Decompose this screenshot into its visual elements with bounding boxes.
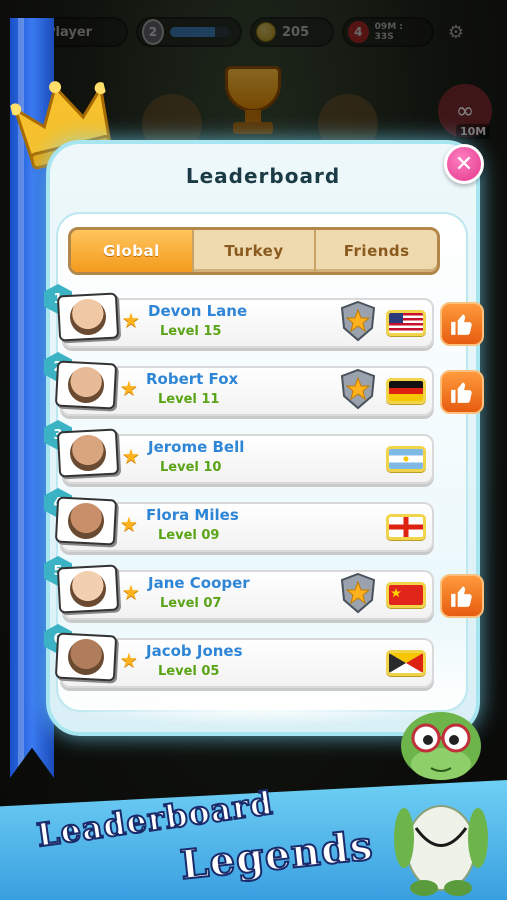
leaderboard-tabs: Global Turkey Friends <box>68 227 440 275</box>
turtle-mascot-icon <box>394 712 488 896</box>
thumbs-up-icon <box>451 314 472 335</box>
player-name: Flora Miles <box>146 506 239 524</box>
country-flag-china-icon <box>386 582 426 608</box>
star-icon: ★ <box>122 580 140 604</box>
tab-turkey[interactable]: Turkey <box>191 230 315 272</box>
country-flag-aruba-icon <box>386 650 426 676</box>
avatar <box>54 632 118 682</box>
player-level: Level 15 <box>160 324 222 339</box>
player-name: Jacob Jones <box>146 642 243 660</box>
avatar <box>56 428 120 478</box>
country-flag-argentina-icon <box>386 446 426 472</box>
page-title: Leaderboard <box>185 164 341 188</box>
player-level: Level 11 <box>158 392 220 407</box>
country-flag-usa-icon <box>386 310 426 336</box>
thumbs-up-icon <box>451 586 472 607</box>
like-button[interactable] <box>440 302 484 346</box>
player-name: Jane Cooper <box>148 574 250 592</box>
star-icon: ★ <box>120 376 138 400</box>
avatar <box>56 292 120 342</box>
star-icon: ★ <box>120 512 138 536</box>
player-level: Level 07 <box>160 596 222 611</box>
player-name: Jerome Bell <box>148 438 245 456</box>
tab-friends[interactable]: Friends <box>314 230 437 272</box>
shield-star-icon <box>340 368 376 410</box>
player-level: Level 10 <box>160 460 222 475</box>
star-icon: ★ <box>120 648 138 672</box>
avatar <box>54 496 118 546</box>
player-level: Level 09 <box>158 528 220 543</box>
star-icon: ★ <box>122 308 140 332</box>
tab-global[interactable]: Global <box>71 230 192 272</box>
player-name: Robert Fox <box>146 370 239 388</box>
player-name: Devon Lane <box>148 302 248 320</box>
avatar <box>56 564 120 614</box>
close-button[interactable]: ✕ <box>444 144 484 184</box>
country-flag-england-icon <box>386 514 426 540</box>
avatar <box>54 360 118 410</box>
shield-star-icon <box>340 300 376 342</box>
like-button[interactable] <box>440 370 484 414</box>
player-level: Level 05 <box>158 664 220 679</box>
thumbs-up-icon <box>451 382 472 403</box>
star-icon: ★ <box>122 444 140 468</box>
country-flag-germany-icon <box>386 378 426 404</box>
like-button[interactable] <box>440 574 484 618</box>
shield-star-icon <box>340 572 376 614</box>
